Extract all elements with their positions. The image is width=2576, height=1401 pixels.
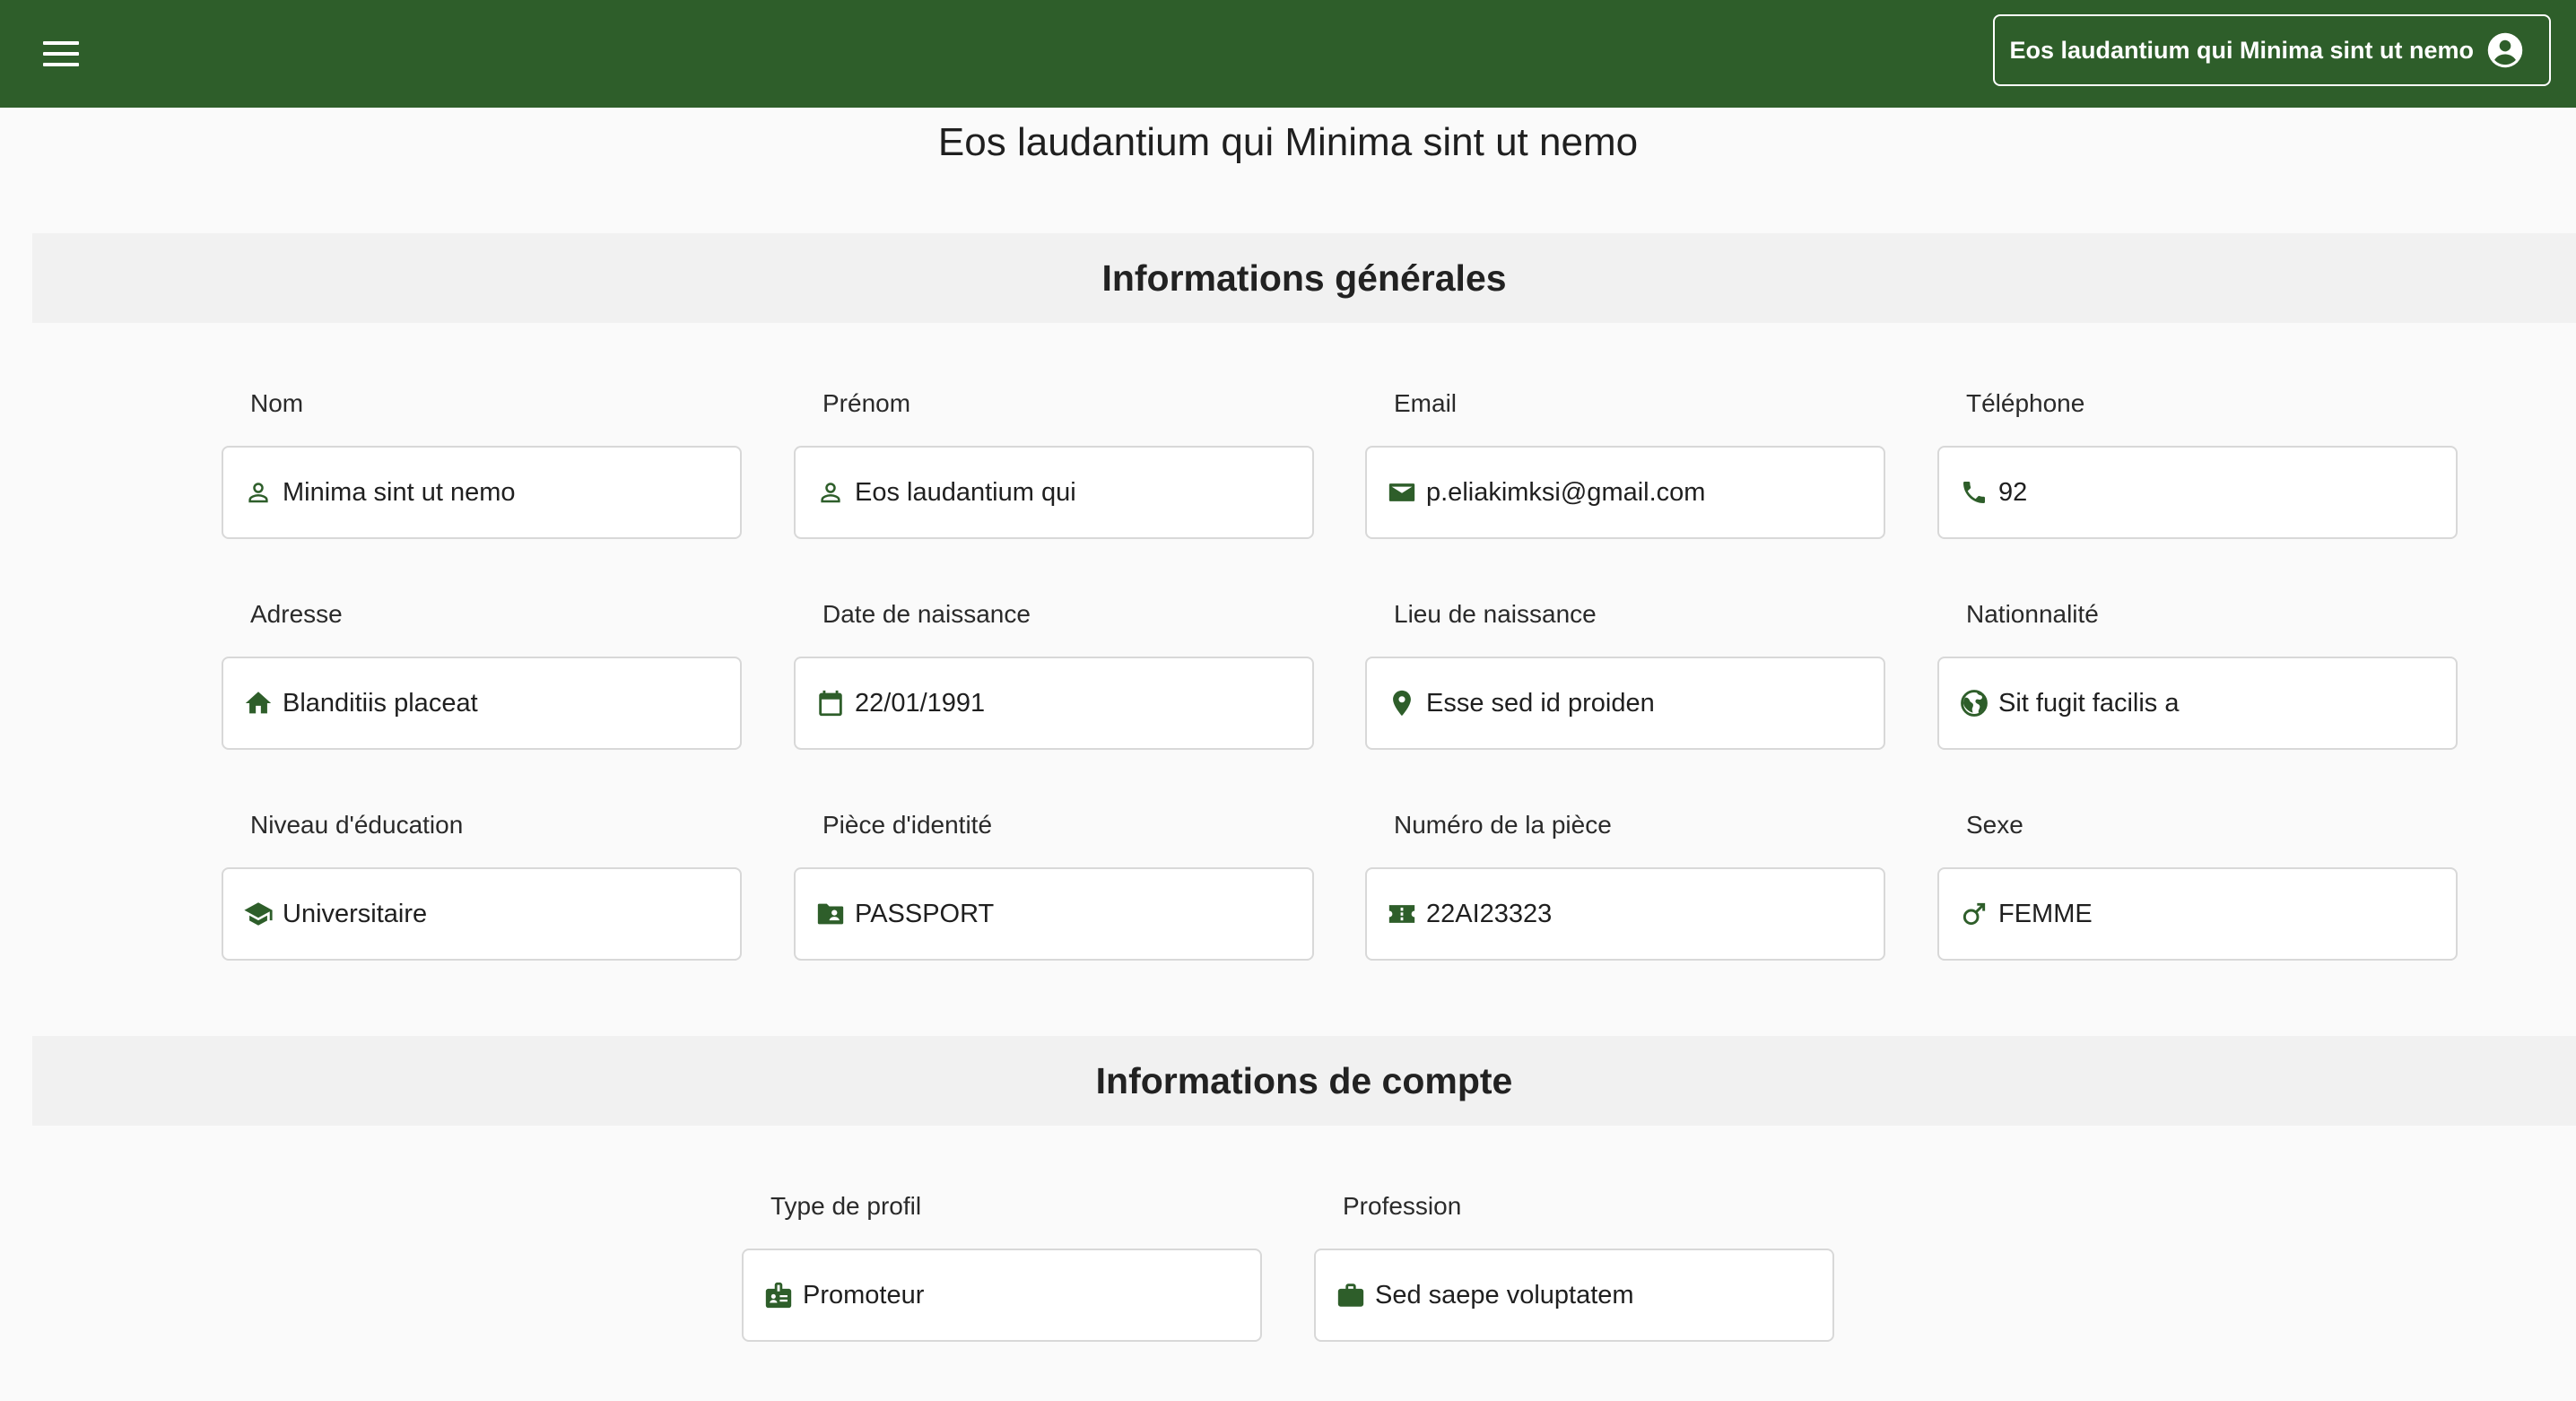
section-account-header: Informations de compte (32, 1036, 2576, 1126)
piece-identite-field[interactable]: PASSPORT (794, 867, 1314, 961)
lieu-naissance-value: Esse sed id proiden (1426, 688, 1655, 718)
telephone-value: 92 (1998, 477, 2028, 507)
profession-field[interactable]: Sed saepe voluptatem (1314, 1249, 1834, 1342)
top-app-bar: Eos laudantium qui Minima sint ut nemo (0, 0, 2576, 108)
niveau-education-value: Universitaire (283, 899, 428, 928)
nom-value: Minima sint ut nemo (283, 477, 516, 507)
numero-piece-label: Numéro de la pièce (1394, 811, 1612, 839)
male-symbol-icon (1959, 899, 1989, 929)
telephone-field[interactable]: 92 (1937, 446, 2458, 539)
user-account-button[interactable]: Eos laudantium qui Minima sint ut nemo (1993, 14, 2551, 86)
nom-label: Nom (250, 389, 304, 417)
type-profil-value: Promoteur (803, 1280, 925, 1310)
niveau-education-field[interactable]: Universitaire (222, 867, 742, 961)
badge-icon (763, 1280, 794, 1310)
profession-value: Sed saepe voluptatem (1375, 1280, 1634, 1310)
location-pin-icon (1387, 688, 1417, 718)
person-outline-icon (243, 477, 274, 508)
id-card-icon (815, 899, 846, 929)
section-general-header: Informations générales (32, 233, 2576, 323)
telephone-label: Téléphone (1966, 389, 2085, 417)
date-naissance-value: 22/01/1991 (855, 688, 986, 718)
ticket-icon (1387, 899, 1417, 929)
briefcase-icon (1336, 1280, 1366, 1310)
type-profil-label: Type de profil (770, 1192, 922, 1220)
date-naissance-label: Date de naissance (822, 600, 1031, 628)
prenom-value: Eos laudantium qui (855, 477, 1076, 507)
hamburger-menu-icon[interactable] (41, 36, 81, 72)
sexe-value: FEMME (1998, 899, 2093, 928)
email-label: Email (1394, 389, 1458, 417)
nationalite-value: Sit fugit facilis a (1998, 688, 2180, 718)
person-outline-icon (815, 477, 846, 508)
adresse-value: Blanditiis placeat (283, 688, 478, 718)
section-account-heading: Informations de compte (1095, 1059, 1513, 1101)
nationalite-label: Nationnalité (1966, 600, 2099, 628)
user-account-label: Eos laudantium qui Minima sint ut nemo (2009, 36, 2474, 64)
sexe-field[interactable]: FEMME (1937, 867, 2458, 961)
profession-label: Profession (1343, 1192, 1462, 1220)
nom-field[interactable]: Minima sint ut nemo (222, 446, 742, 539)
graduation-cap-icon (243, 899, 274, 929)
piece-identite-label: Pièce d'identité (822, 811, 993, 839)
page-title: Eos laudantium qui Minima sint ut nemo (937, 120, 1639, 164)
niveau-education-label: Niveau d'éducation (250, 811, 464, 839)
sexe-label: Sexe (1966, 811, 2023, 839)
type-profil-field[interactable]: Promoteur (742, 1249, 1262, 1342)
date-naissance-field[interactable]: 22/01/1991 (794, 657, 1314, 750)
adresse-field[interactable]: Blanditiis placeat (222, 657, 742, 750)
calendar-icon (815, 688, 846, 718)
phone-icon (1959, 477, 1989, 508)
lieu-naissance-field[interactable]: Esse sed id proiden (1365, 657, 1885, 750)
numero-piece-value: 22AI23323 (1426, 899, 1553, 928)
email-value: p.eliakimksi@gmail.com (1426, 477, 1706, 507)
home-icon (243, 688, 274, 718)
account-circle-icon (2486, 31, 2524, 69)
prenom-field[interactable]: Eos laudantium qui (794, 446, 1314, 539)
prenom-label: Prénom (822, 389, 911, 417)
email-field[interactable]: p.eliakimksi@gmail.com (1365, 446, 1885, 539)
numero-piece-field[interactable]: 22AI23323 (1365, 867, 1885, 961)
globe-icon (1959, 688, 1989, 718)
lieu-naissance-label: Lieu de naissance (1394, 600, 1597, 628)
mail-icon (1387, 477, 1417, 508)
piece-identite-value: PASSPORT (855, 899, 995, 928)
section-general-heading: Informations générales (1101, 257, 1507, 299)
adresse-label: Adresse (250, 600, 343, 628)
nationalite-field[interactable]: Sit fugit facilis a (1937, 657, 2458, 750)
